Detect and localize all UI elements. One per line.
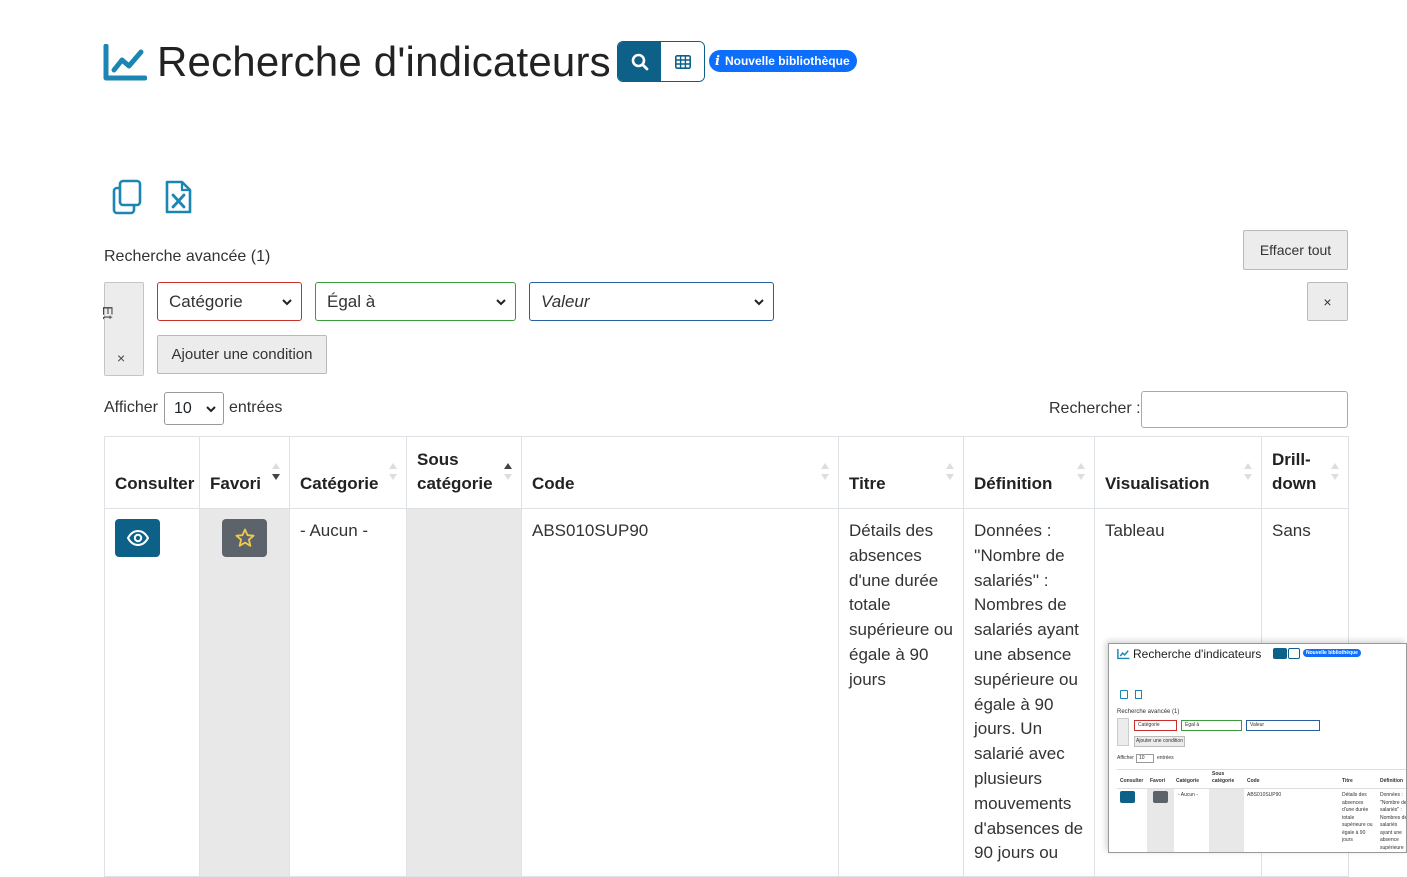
thumbnail-advanced-search-label: Recherche avancée (1) (1117, 709, 1180, 715)
thumbnail-col-sous-categorie: Sous catégorie (1212, 771, 1235, 784)
condition-value-placeholder: Valeur (541, 291, 590, 311)
remove-condition-button[interactable]: × (1307, 282, 1348, 321)
thumbnail-col-definition: Définition (1380, 778, 1404, 784)
thumbnail-cell-code: ABS010SUP90 (1247, 792, 1282, 798)
cell-categorie: - Aucun - (289, 507, 407, 877)
advanced-search-label: Recherche avancée (1) (104, 248, 271, 265)
cell-definition: Données : ''Nombre de salariés'' : Nombr… (963, 507, 1095, 877)
excel-file-icon[interactable] (163, 179, 195, 215)
thumbnail-operator-select: Égal à (1181, 720, 1242, 731)
sort-icon (1331, 463, 1339, 480)
column-header-code[interactable]: Code (521, 436, 839, 509)
page-title: Recherche d'indicateurs (157, 38, 611, 85)
screenshot-thumbnail[interactable]: Recherche d'indicateurs Nouvelle bibliot… (1108, 643, 1407, 853)
condition-field-value: Catégorie (169, 291, 243, 311)
column-header-consulter: Consulter (104, 436, 200, 509)
thumbnail-length-suffix: entrées (1157, 755, 1174, 761)
badge-label: Nouvelle bibliothèque (724, 54, 850, 68)
thumbnail-col-titre: Titre (1342, 778, 1353, 784)
page-length-value: 10 (174, 399, 192, 417)
line-chart-icon (103, 44, 147, 81)
condition-operator-select[interactable]: Égal à (315, 282, 516, 321)
cell-consulter (104, 507, 200, 877)
table-view-button[interactable] (661, 42, 704, 81)
star-icon (235, 528, 254, 547)
sort-icon (821, 463, 829, 480)
line-chart-icon (1117, 648, 1130, 660)
thumbnail-length-prefix: Afficher (1117, 755, 1134, 761)
thumbnail-view-button (1120, 791, 1135, 803)
thumbnail-cell-definition: Données : ''Nombre de salariés'' : Nombr… (1380, 792, 1407, 851)
search-view-button[interactable] (618, 42, 661, 81)
thumbnail-col-code: Code (1247, 778, 1260, 784)
thumbnail-title: Recherche d'indicateurs (1133, 647, 1262, 661)
column-header-sous-categorie[interactable]: Sous catégorie (406, 436, 522, 509)
column-header-drilldown[interactable]: Drill-down (1261, 436, 1349, 509)
thumbnail-copy-icon (1120, 690, 1128, 699)
length-prefix: Afficher (104, 399, 158, 416)
thumbnail-value-select: Valeur (1246, 720, 1320, 731)
remove-group-button[interactable]: × (117, 350, 125, 366)
table-grid-icon (674, 54, 691, 69)
eye-icon (126, 530, 149, 546)
sort-icon (389, 463, 397, 480)
info-icon: i (715, 53, 720, 69)
page-length-select[interactable]: 10 (164, 392, 224, 425)
search-label: Rechercher : (1049, 400, 1141, 417)
sort-desc-icon (272, 463, 280, 480)
search-input[interactable] (1141, 391, 1348, 428)
view-button[interactable] (115, 519, 160, 557)
thumbnail-length-select: 10 (1136, 754, 1154, 763)
add-condition-button[interactable]: Ajouter une condition (157, 335, 327, 374)
thumbnail-col-consulter: Consulter (1120, 778, 1144, 784)
thumbnail-table-top-border (1117, 769, 1406, 770)
cell-favori (199, 507, 290, 877)
thumbnail-cell-titre: Détails des absences d'une durée totale … (1342, 792, 1373, 843)
thumbnail-table-view-button (1288, 648, 1300, 659)
thumbnail-field-select: Catégorie (1134, 720, 1177, 731)
chevron-down-icon (496, 298, 506, 305)
search-icon (631, 53, 648, 70)
favorite-button[interactable] (222, 519, 267, 557)
thumbnail-col-favori: Favori (1150, 778, 1166, 784)
column-header-categorie[interactable]: Catégorie (289, 436, 407, 509)
chevron-down-icon (206, 405, 216, 412)
chevron-down-icon (282, 298, 292, 305)
thumbnail-search-view-button (1273, 648, 1287, 659)
cell-code: ABS010SUP90 (521, 507, 839, 877)
logic-operator-label[interactable]: Et (100, 306, 116, 336)
sort-icon (1244, 463, 1252, 480)
thumbnail-logic-group (1117, 718, 1129, 746)
column-header-favori[interactable]: Favori (199, 436, 290, 509)
column-header-visualisation[interactable]: Visualisation (1094, 436, 1262, 509)
chevron-down-icon (754, 298, 764, 305)
thumbnail-add-condition-button: Ajouter une condition (1134, 736, 1185, 747)
condition-value-select[interactable]: Valeur (529, 282, 774, 321)
condition-operator-value: Égal à (327, 291, 376, 311)
thumbnail-cell-categorie: - Aucun - (1178, 792, 1199, 798)
thumbnail-badge: Nouvelle bibliothèque (1303, 649, 1361, 657)
view-toggle (617, 41, 705, 82)
thumbnail-col-categorie: Catégorie (1176, 778, 1200, 784)
new-library-badge[interactable]: i Nouvelle bibliothèque (709, 50, 857, 72)
cell-sous-categorie (406, 507, 522, 877)
table-header-row: Consulter Favori Catégorie Sous catégori… (104, 436, 1349, 509)
thumbnail-excel-file-icon (1135, 690, 1142, 699)
thumbnail-sous-categorie-column (1209, 789, 1244, 852)
cell-titre: Détails des absences d'une durée totale … (838, 507, 964, 877)
condition-field-select[interactable]: Catégorie (157, 282, 302, 321)
sort-asc-icon (504, 463, 512, 480)
sort-icon (1077, 463, 1085, 480)
clear-all-button[interactable]: Effacer tout (1243, 230, 1348, 270)
sort-icon (946, 463, 954, 480)
thumbnail-favorite-button (1153, 791, 1168, 803)
column-header-definition[interactable]: Définition (963, 436, 1095, 509)
copy-icon[interactable] (111, 179, 143, 215)
column-header-titre[interactable]: Titre (838, 436, 964, 509)
length-suffix: entrées (229, 399, 283, 416)
